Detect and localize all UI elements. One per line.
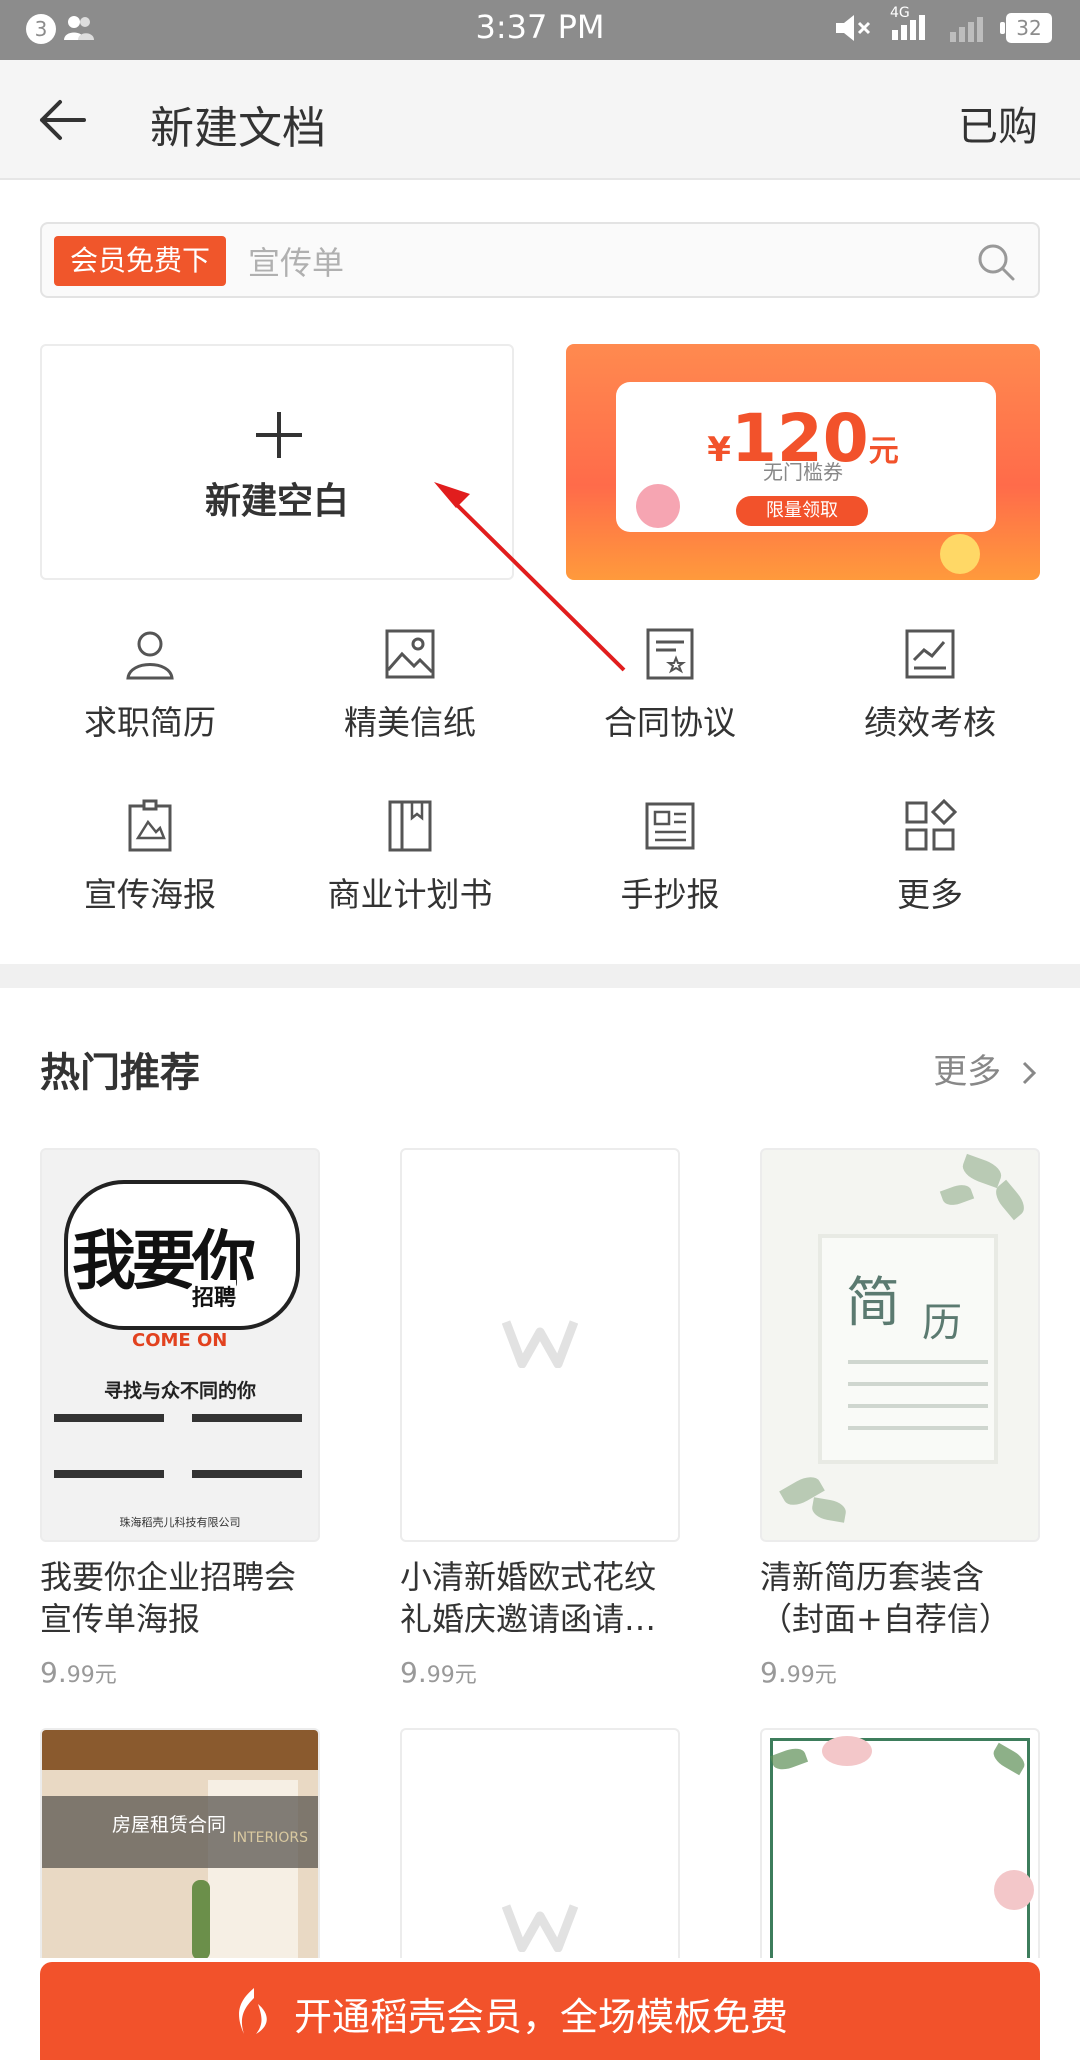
new-blank-label: 新建空白: [204, 481, 349, 522]
template-card[interactable]: 小清新婚欧式花纹礼婚庆邀请函请… 9.99元: [400, 1148, 680, 1689]
template-name: 小清新婚欧式花纹礼婚庆邀请函请…: [400, 1558, 657, 1638]
category-handwritten-paper[interactable]: 手抄报: [540, 798, 800, 916]
mute-icon: [836, 15, 871, 41]
thumb-line: [848, 1360, 988, 1364]
template-price: 9.99元: [40, 1656, 117, 1689]
template-card[interactable]: [400, 1728, 680, 1958]
category-performance[interactable]: 绩效考核: [800, 626, 1060, 744]
battery-indicator: 32: [1000, 13, 1052, 43]
contract-icon: [646, 628, 694, 680]
wps-logo-placeholder-icon: [502, 1904, 578, 1952]
network-type: 4G: [890, 5, 910, 21]
chart-icon: [905, 629, 955, 679]
decor-ball: [636, 484, 680, 528]
category-label: 商业计划书: [327, 875, 493, 914]
template-card[interactable]: 我要你 招聘 COME ON 寻找与众不同的你 珠海稻壳儿科技有限公司 我要你企…: [40, 1148, 320, 1689]
coupon-subtitle: 无门槛券: [763, 460, 843, 484]
back-arrow-icon[interactable]: [38, 98, 88, 142]
section-divider: [0, 964, 1080, 988]
search-input[interactable]: 宣传单: [248, 238, 344, 284]
template-price: 9.99元: [400, 1656, 477, 1689]
poster-icon: [128, 799, 172, 852]
purchased-button[interactable]: 已购: [958, 94, 1038, 152]
thumb-line: [848, 1426, 988, 1430]
membership-cta-button[interactable]: 开通稻壳会员，全场模板免费: [40, 1962, 1040, 2060]
category-letter-paper[interactable]: 精美信纸: [280, 626, 540, 744]
template-thumbnail: 简 历: [760, 1148, 1040, 1542]
top-app-bar: 新建文档 已购: [0, 60, 1080, 180]
grid-more-icon: [905, 798, 958, 851]
person-icon: [126, 631, 174, 680]
thumb-line: [848, 1404, 988, 1408]
category-label: 手抄报: [620, 875, 720, 914]
decor-leaf: [959, 1153, 1005, 1189]
thumb-line: 寻找与众不同的你: [103, 1380, 256, 1402]
member-free-badge: 会员免费下: [54, 236, 227, 286]
book-icon: [388, 800, 432, 852]
category-label: 绩效考核: [864, 703, 996, 742]
decor-leaf: [810, 1497, 848, 1523]
signal-weak-icon: [950, 17, 983, 42]
cta-label: 开通稻壳会员，全场模板免费: [294, 1995, 789, 2039]
category-label: 合同协议: [604, 703, 736, 742]
thumb-plant: [192, 1880, 210, 1958]
wps-logo-placeholder-icon: [502, 1320, 578, 1368]
plus-icon: [256, 412, 302, 458]
template-thumbnail: 房屋租赁合同 INTERIORS: [40, 1728, 320, 1958]
category-label: 精美信纸: [344, 703, 476, 742]
decor-ball: [940, 534, 980, 574]
category-contract[interactable]: 合同协议: [540, 626, 800, 744]
category-label: 宣传海报: [84, 875, 216, 914]
template-thumbnail: [760, 1728, 1040, 1958]
category-more[interactable]: 更多: [800, 798, 1060, 916]
category-resume[interactable]: 求职简历: [20, 626, 280, 744]
thumb-title: 房屋租赁合同: [112, 1814, 227, 1836]
thumb-block: [192, 1414, 302, 1474]
newspaper-icon: [645, 802, 695, 850]
template-name: 我要你企业招聘会宣传单海报: [40, 1558, 297, 1638]
template-card[interactable]: [760, 1728, 1040, 1958]
template-thumbnail: 我要你 招聘 COME ON 寻找与众不同的你 珠海稻壳儿科技有限公司: [40, 1148, 320, 1542]
coupon-banner[interactable]: ¥120元 无门槛券 限量领取: [566, 344, 1040, 580]
thumb-line: [848, 1382, 988, 1386]
decor-flower: [994, 1870, 1034, 1910]
section-title: 热门推荐: [40, 1050, 200, 1096]
category-grid-row-1: 求职简历 精美信纸 合同协议 绩效考核: [20, 626, 1060, 744]
image-icon: [385, 629, 435, 679]
category-business-plan[interactable]: 商业计划书: [280, 798, 540, 916]
page-title: 新建文档: [150, 103, 326, 154]
decor-leaf: [939, 1181, 975, 1209]
chevron-right-icon: [1022, 1061, 1037, 1085]
thumb-footer: 珠海稻壳儿科技有限公司: [119, 1516, 241, 1529]
template-thumbnail: [400, 1728, 680, 1958]
search-bar[interactable]: 会员免费下 宣传单: [40, 222, 1040, 298]
claim-coupon-button[interactable]: 限量领取: [736, 496, 868, 526]
category-grid-row-2: 宣传海报 商业计划书 手抄报 更多: [20, 798, 1060, 916]
template-price: 9.99元: [760, 1656, 837, 1689]
template-card[interactable]: 简 历 清新简历套装含（封面+自荐信） 9.99元: [760, 1148, 1040, 1689]
thumb-sub: INTERIORS: [232, 1830, 309, 1846]
template-thumbnail: [400, 1148, 680, 1542]
thumb-sub: 招聘: [192, 1280, 237, 1312]
status-bar: 3 3:37 PM 4G 32: [0, 0, 1080, 60]
thumb-char: 历: [922, 1300, 962, 1346]
template-name: 清新简历套装含（封面+自荐信）: [760, 1558, 1011, 1638]
section-more-link[interactable]: 更多: [933, 1044, 1040, 1093]
thumb-char: 简: [846, 1271, 900, 1334]
thumb-frame: [770, 1738, 1030, 1958]
search-icon[interactable]: [976, 242, 1016, 282]
template-card[interactable]: 房屋租赁合同 INTERIORS: [40, 1728, 320, 1958]
thumb-ceiling: [42, 1730, 318, 1770]
decor-flower: [822, 1736, 872, 1766]
docer-flame-icon: [239, 1988, 267, 2034]
category-label: 更多: [897, 875, 963, 914]
thumb-block: [54, 1414, 164, 1474]
thumb-tagline: COME ON: [132, 1330, 228, 1351]
category-poster[interactable]: 宣传海报: [20, 798, 280, 916]
new-blank-button[interactable]: 新建空白: [40, 344, 514, 580]
category-label: 求职简历: [84, 703, 216, 742]
